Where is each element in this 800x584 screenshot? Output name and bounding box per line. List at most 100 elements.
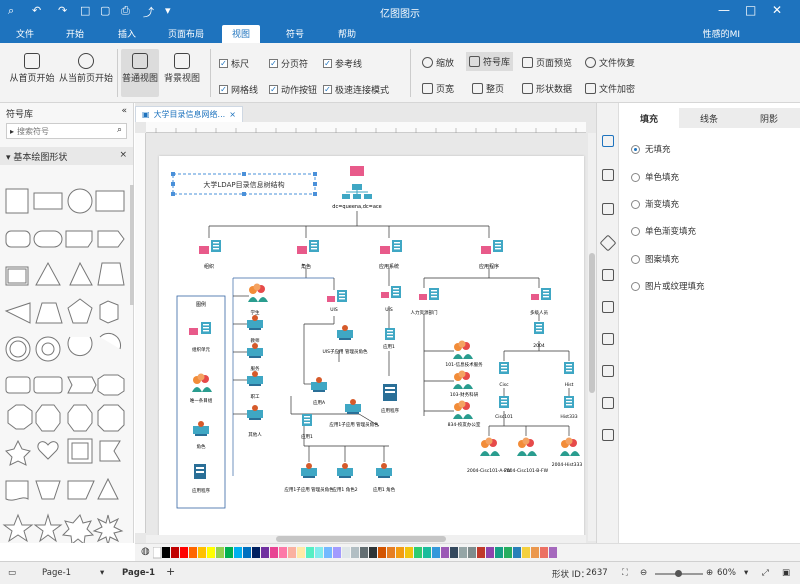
file-recovery-button[interactable]: 文件恢复 bbox=[585, 56, 635, 69]
level1-role-node[interactable] bbox=[297, 240, 319, 254]
file-encrypt-button[interactable]: 文件加密 bbox=[585, 82, 635, 95]
layers-icon[interactable] bbox=[599, 234, 617, 252]
fill-option-label: 图片或纹理填充 bbox=[645, 282, 705, 292]
zoom-out-icon[interactable]: ⊖ bbox=[640, 568, 647, 578]
page-tab[interactable]: Page-1 bbox=[122, 568, 155, 578]
scroll-thumb[interactable] bbox=[276, 536, 446, 542]
zoom-level[interactable]: 60% bbox=[717, 568, 736, 578]
minimize-button[interactable]: — bbox=[718, 3, 730, 17]
user-name[interactable]: 性感的MI bbox=[703, 27, 740, 40]
whole-page-button[interactable]: 整页 bbox=[472, 82, 504, 95]
level1-appsys-node[interactable] bbox=[380, 240, 402, 254]
fill-bucket-icon[interactable]: ◍ bbox=[141, 546, 150, 557]
tab-view[interactable]: 视图 bbox=[222, 25, 261, 43]
customize-icon[interactable]: ▾ bbox=[165, 4, 171, 17]
page-selector[interactable]: Page-1 bbox=[42, 568, 71, 578]
fill-option-mono-gradient[interactable]: 单色渐变填充 bbox=[631, 225, 696, 237]
tab-home[interactable]: 开始 bbox=[66, 27, 84, 40]
tab-page-layout[interactable]: 页面布局 bbox=[168, 27, 204, 40]
normal-view-button[interactable]: 普通视图 bbox=[121, 49, 159, 97]
scroll-thumb[interactable] bbox=[589, 253, 595, 393]
shape-gallery[interactable] bbox=[0, 185, 134, 543]
format-panel: 填充 线条 阴影 无填充 单色填充 渐变填充 单色渐变填充 图案填充 图片或纹理… bbox=[596, 103, 800, 543]
close-icon[interactable]: × bbox=[229, 110, 236, 119]
diagram-title[interactable]: 大学LDAP目录信息树结构 bbox=[203, 180, 284, 189]
dropdown-arrow-icon[interactable]: ▸ bbox=[10, 127, 14, 136]
fullscreen-toggle-icon[interactable]: ▣ bbox=[782, 568, 790, 578]
page-icon[interactable] bbox=[602, 269, 614, 281]
image-icon[interactable] bbox=[602, 203, 614, 215]
tab-shadow[interactable]: 阴影 bbox=[739, 108, 799, 128]
add-page-button[interactable]: + bbox=[166, 565, 175, 578]
level1-org-node[interactable] bbox=[199, 240, 221, 254]
vertical-scrollbar[interactable] bbox=[588, 133, 596, 541]
page-break-checkbox[interactable]: ✓ 分页符 bbox=[269, 57, 308, 70]
fill-option-none[interactable]: 无填充 bbox=[631, 143, 671, 155]
background-view-button[interactable]: 背景视图 bbox=[163, 53, 201, 84]
ruler-checkbox[interactable]: ✓ 标尺 bbox=[219, 57, 249, 70]
page-layout-icon[interactable]: ▭ bbox=[8, 568, 16, 578]
shape-category-header[interactable]: ▾ 基本绘图形状 × bbox=[0, 147, 133, 165]
zoom-in-icon[interactable]: ⊕ bbox=[706, 568, 713, 578]
present-current-button[interactable]: 从当前页开始 bbox=[58, 53, 114, 84]
color-swatches[interactable] bbox=[153, 547, 563, 559]
page-preview-button[interactable]: 页面预览 bbox=[522, 56, 572, 69]
chart-icon[interactable] bbox=[602, 301, 614, 313]
zoom-dropdown-icon[interactable]: ▾ bbox=[744, 568, 748, 578]
print-icon[interactable]: ⎙ bbox=[121, 4, 130, 18]
normal-view-label: 普通视图 bbox=[121, 74, 158, 84]
tab-line[interactable]: 线条 bbox=[679, 108, 739, 128]
grid-icon[interactable] bbox=[602, 169, 614, 181]
level1-app-node[interactable] bbox=[481, 240, 503, 254]
page-width-button[interactable]: 页宽 bbox=[422, 82, 454, 95]
collapse-icon[interactable]: « bbox=[121, 106, 127, 116]
fit-page-icon[interactable]: ⛶ bbox=[622, 568, 628, 578]
grid-checkbox[interactable]: ✓ 网格线 bbox=[219, 83, 258, 96]
legend-item: 唯一条目组 bbox=[190, 397, 213, 404]
export-icon[interactable]: ⤴ bbox=[143, 4, 154, 20]
open-icon[interactable]: ▢ bbox=[100, 4, 110, 17]
zoom-slider-handle[interactable] bbox=[675, 570, 682, 577]
data-icon[interactable] bbox=[602, 365, 614, 377]
document-tab[interactable]: ▣ 大学目录信息网络... × bbox=[135, 106, 243, 122]
reference-line-checkbox[interactable]: ✓ 参考线 bbox=[323, 57, 362, 70]
fill-option-solid[interactable]: 单色填充 bbox=[631, 171, 679, 183]
tab-file[interactable]: 文件 bbox=[16, 27, 34, 40]
course-group-label: 2004-Cisc101-B-FW bbox=[504, 468, 549, 474]
close-icon[interactable]: × bbox=[119, 150, 127, 160]
table-icon[interactable] bbox=[602, 333, 614, 345]
maximize-button[interactable]: □ bbox=[745, 3, 756, 17]
action-button-checkbox[interactable]: ✓ 动作按钮 bbox=[269, 83, 317, 96]
fill-icon[interactable] bbox=[602, 135, 614, 147]
expand-icon[interactable] bbox=[602, 429, 614, 441]
page-dropdown-icon[interactable]: ▾ bbox=[100, 568, 104, 578]
tab-help[interactable]: 帮助 bbox=[338, 27, 356, 40]
shape-data-button[interactable]: 形状数据 bbox=[522, 82, 572, 95]
align-icon[interactable] bbox=[602, 397, 614, 409]
present-first-button[interactable]: 从首页开始 bbox=[8, 53, 56, 84]
tab-insert[interactable]: 插入 bbox=[118, 27, 136, 40]
horizontal-scrollbar[interactable] bbox=[146, 535, 586, 543]
mgmt-node[interactable] bbox=[531, 288, 551, 300]
fill-option-texture[interactable]: 图片或纹理填充 bbox=[631, 280, 705, 292]
fill-option-gradient[interactable]: 渐变填充 bbox=[631, 198, 679, 210]
normal-view-icon bbox=[132, 53, 148, 69]
fill-option-pattern[interactable]: 图案填充 bbox=[631, 253, 679, 265]
action-button-label: 动作按钮 bbox=[281, 86, 318, 96]
close-button[interactable]: ✕ bbox=[772, 3, 782, 17]
redo-icon[interactable]: ↷ bbox=[58, 4, 67, 17]
uis-label: UIS bbox=[330, 307, 338, 313]
search-input[interactable] bbox=[17, 126, 108, 136]
person-dept-node[interactable] bbox=[419, 288, 439, 300]
tab-fill[interactable]: 填充 bbox=[619, 108, 679, 128]
fast-connect-checkbox[interactable]: ✓ 极速连接模式 bbox=[323, 83, 389, 96]
full-screen-icon[interactable]: ⤢ bbox=[762, 568, 769, 578]
search-icon[interactable]: ⌕ bbox=[117, 125, 122, 135]
new-icon[interactable]: □ bbox=[80, 4, 90, 17]
symbol-search[interactable]: ▸ ⌕ bbox=[6, 123, 127, 139]
undo-icon[interactable]: ↶ bbox=[32, 4, 41, 17]
zoom-slider[interactable] bbox=[655, 570, 703, 577]
zoom-button[interactable]: 缩放 bbox=[422, 56, 454, 69]
tab-symbol[interactable]: 符号 bbox=[286, 27, 304, 40]
symbol-lib-button[interactable]: 符号库 bbox=[466, 52, 514, 71]
